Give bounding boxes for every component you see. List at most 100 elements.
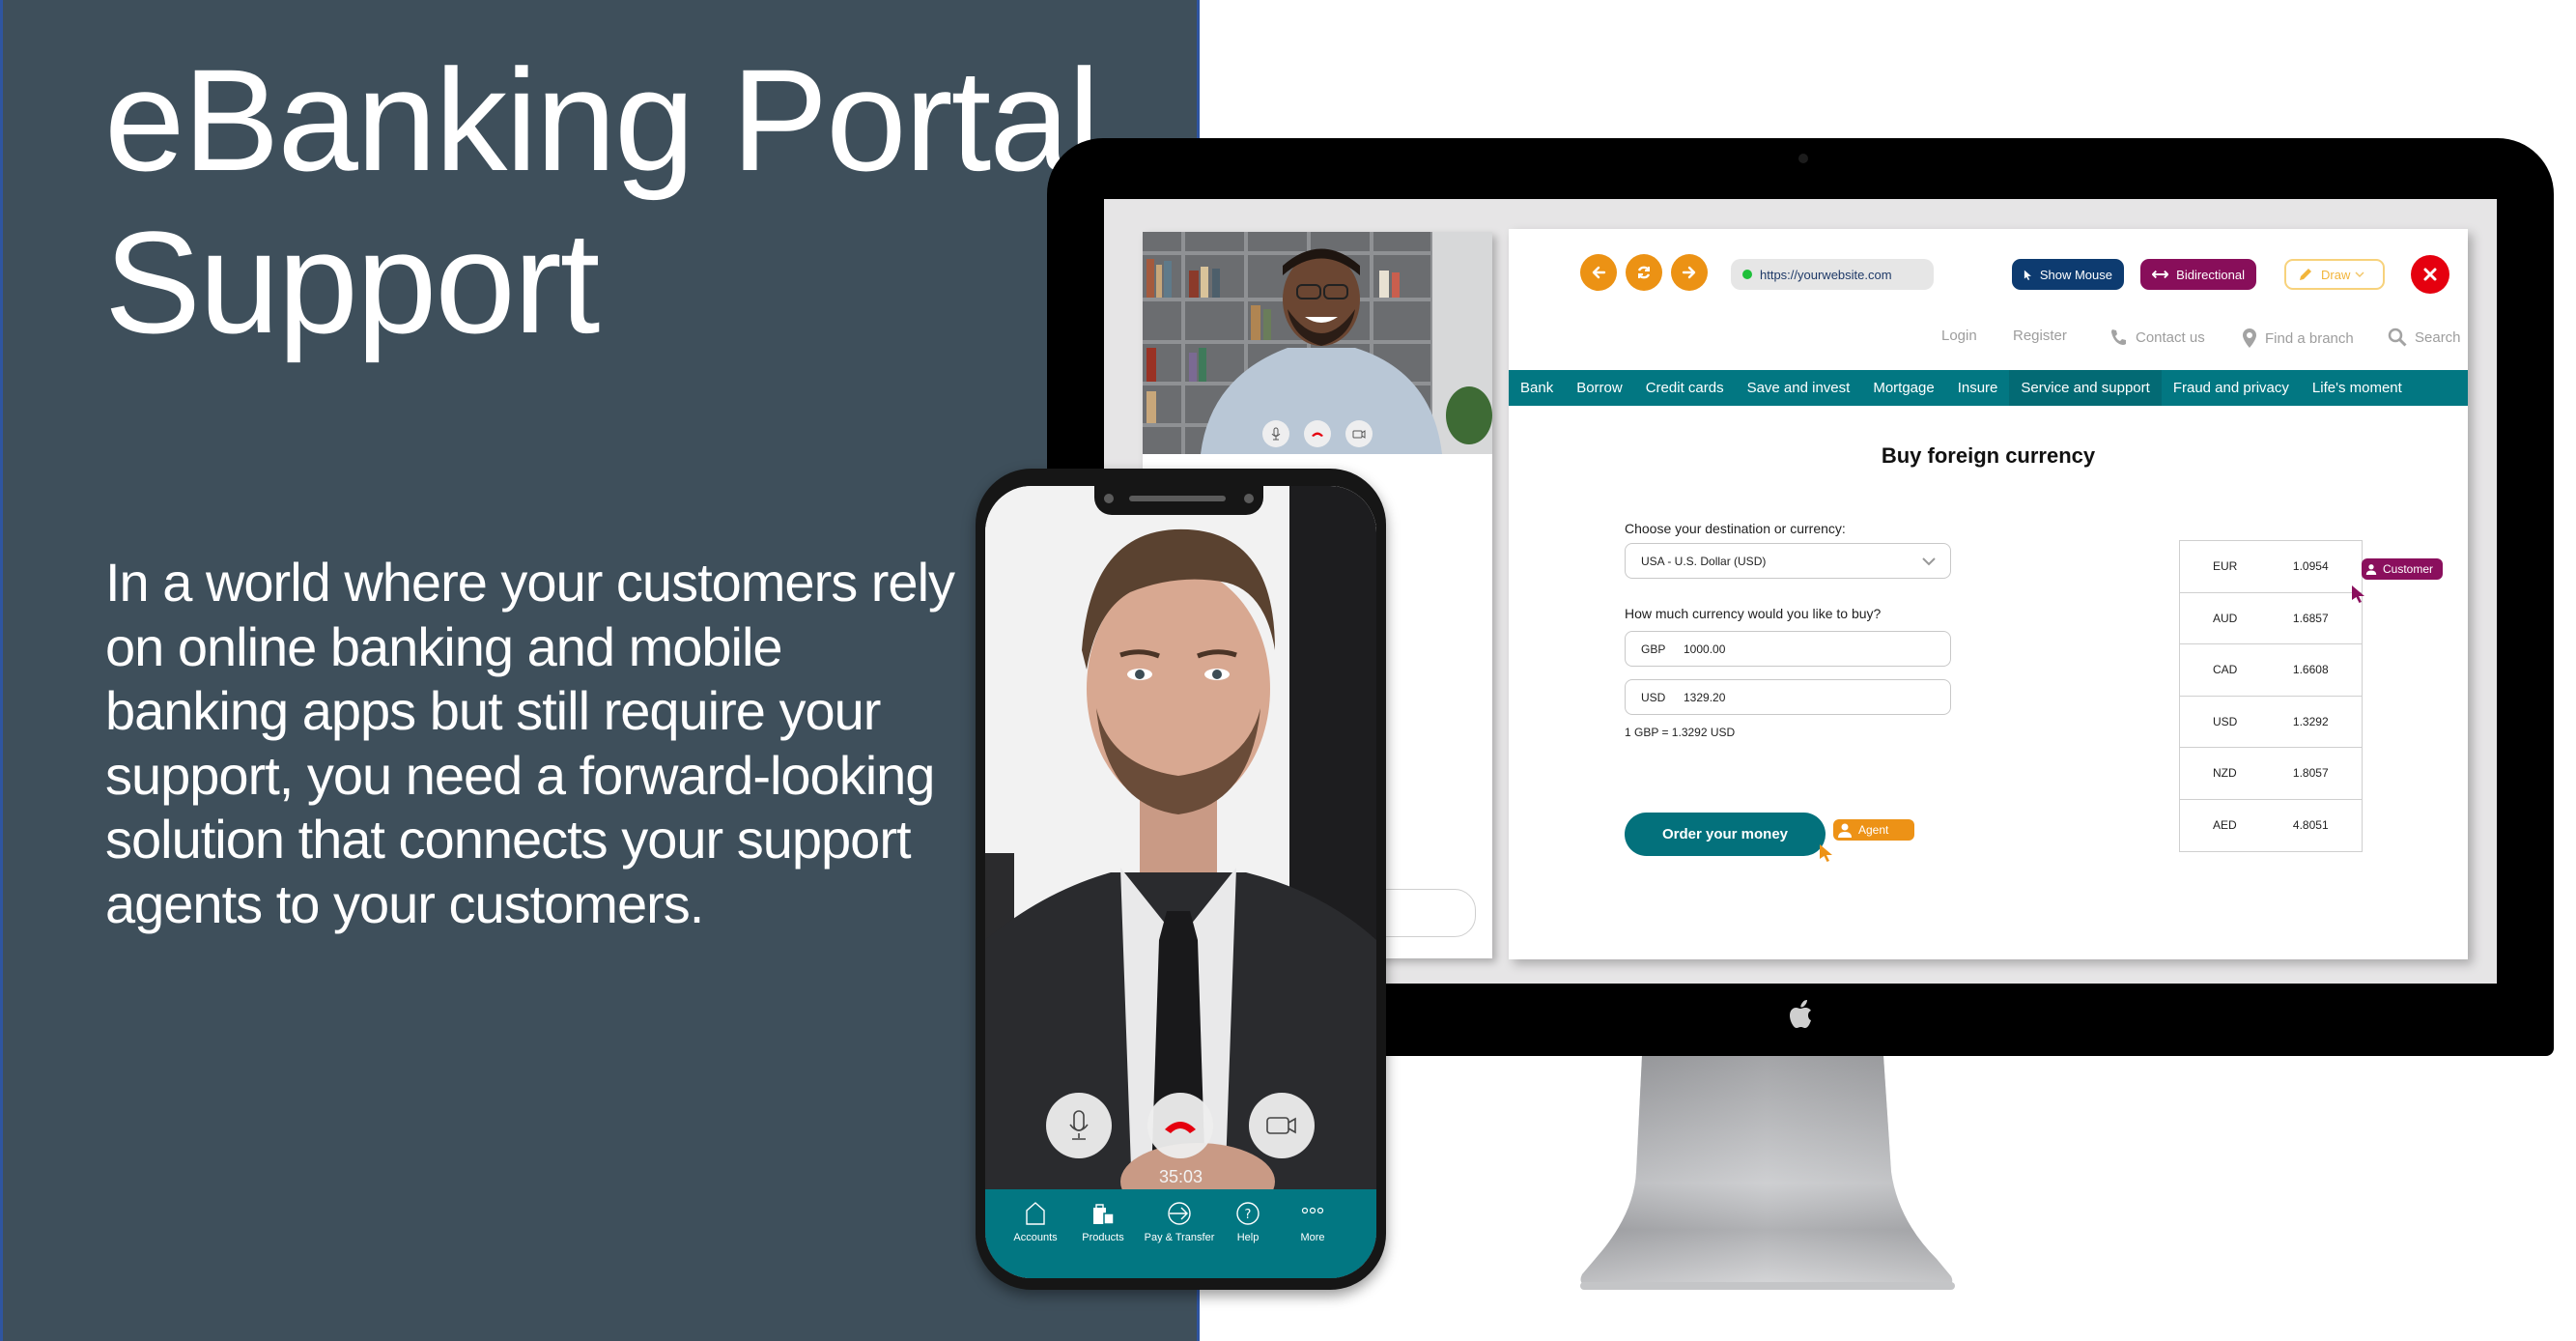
exchange-rates-table: EUR 1.0954 AUD 1.6857 CAD 1.6608 USD 1.3292 … [2179, 540, 2363, 852]
main-nav: Bank Borrow Credit cards Save and invest… [1509, 370, 2468, 406]
transfer-arrow-icon [1168, 1202, 1191, 1225]
earpiece-speaker [1129, 496, 1226, 501]
agent-hangup-button[interactable] [1304, 420, 1331, 447]
login-link-label: Login [1941, 328, 1977, 344]
nav-lifes-moment[interactable]: Life's moment [2301, 370, 2414, 406]
rate-value: 1.8057 [2292, 766, 2329, 781]
double-arrow-icon [2152, 270, 2169, 279]
tab-help-label: Help [1236, 1232, 1260, 1243]
tab-products[interactable]: Products [1064, 1201, 1142, 1243]
phone-camera-button[interactable] [1249, 1093, 1315, 1158]
rate-row[interactable]: AUD 1.6857 [2180, 593, 2362, 644]
nav-credit-cards[interactable]: Credit cards [1634, 370, 1736, 406]
agent-video-feed [1143, 232, 1492, 454]
customer-video-feed [985, 486, 1376, 1278]
agent-camera-button[interactable] [1345, 420, 1373, 447]
customer-tag-label: Customer [2382, 562, 2433, 576]
pencil-icon [2300, 269, 2311, 280]
cobrowse-window: https://yourwebsite.com Show Mouse Bidir… [1509, 229, 2468, 959]
destination-select[interactable]: USA - U.S. Dollar (USD) [1625, 543, 1951, 579]
to-currency: USD [1641, 690, 1666, 704]
agent-cursor-tag: Agent [1833, 819, 1914, 841]
front-camera-icon [1104, 494, 1114, 503]
rate-currency: EUR [2213, 559, 2238, 574]
nav-save-and-invest[interactable]: Save and invest [1736, 370, 1862, 406]
agent-mic-button[interactable] [1262, 420, 1289, 447]
rate-row[interactable]: AED 4.8051 [2180, 800, 2362, 852]
forward-button[interactable] [1671, 254, 1708, 291]
chevron-down-icon [1922, 557, 1936, 566]
back-button[interactable] [1580, 254, 1617, 291]
microphone-icon [1069, 1110, 1089, 1140]
show-mouse-button[interactable]: Show Mouse [2012, 259, 2124, 290]
amount-label: How much currency would you like to buy? [1625, 606, 1882, 621]
rate-row[interactable]: CAD 1.6608 [2180, 644, 2362, 697]
contact-us-label: Contact us [2136, 328, 2205, 346]
customer-video-image [985, 486, 1376, 1278]
phone-hangup-button[interactable] [1147, 1093, 1213, 1158]
user-icon [2365, 564, 2377, 575]
tab-products-label: Products [1082, 1232, 1124, 1243]
rate-currency: AED [2213, 818, 2237, 833]
rate-row[interactable]: USD 1.3292 [2180, 697, 2362, 748]
nav-borrow[interactable]: Borrow [1565, 370, 1634, 406]
login-link[interactable]: Login [1941, 328, 1977, 344]
from-amount-input[interactable]: GBP 1000.00 [1625, 631, 1951, 667]
find-branch-link[interactable]: Find a branch [2242, 328, 2354, 349]
hero-title: eBanking Portal Support [104, 39, 1100, 363]
url-text: https://yourwebsite.com [1760, 267, 1892, 282]
video-camera-icon [1352, 430, 1366, 439]
url-bar[interactable]: https://yourwebsite.com [1731, 259, 1934, 290]
tab-pay-transfer[interactable]: Pay & Transfer [1141, 1201, 1218, 1243]
register-link[interactable]: Register [2013, 328, 2067, 344]
nav-service-and-support[interactable]: Service and support [2009, 370, 2162, 406]
monitor-stand [1580, 1056, 1955, 1290]
find-branch-label: Find a branch [2265, 329, 2354, 347]
bidirectional-label: Bidirectional [2176, 267, 2245, 282]
refresh-icon [1637, 266, 1651, 279]
refresh-button[interactable] [1626, 254, 1662, 291]
search-link[interactable]: Search [2388, 328, 2461, 347]
nav-mortgage[interactable]: Mortgage [1861, 370, 1945, 406]
rate-currency: USD [2213, 714, 2238, 728]
rate-value: 1.6608 [2292, 663, 2329, 677]
user-icon [1838, 823, 1852, 838]
chevron-down-icon [2355, 271, 2364, 278]
rate-value: 1.6857 [2292, 611, 2329, 625]
rate-row[interactable]: EUR 1.0954 [2180, 541, 2362, 593]
rate-currency: CAD [2213, 663, 2238, 677]
exchange-rate-note: 1 GBP = 1.3292 USD [1625, 726, 1736, 739]
nav-bank[interactable]: Bank [1509, 370, 1565, 406]
microphone-icon [1271, 427, 1281, 441]
phone-notch [1094, 486, 1263, 515]
secure-status-dot [1742, 270, 1752, 279]
to-amount-input[interactable]: USD 1329.20 [1625, 679, 1951, 715]
location-pin-icon [2243, 328, 2256, 348]
order-money-button[interactable]: Order your money [1625, 813, 1826, 856]
search-icon [2388, 328, 2407, 347]
phone-mic-button[interactable] [1046, 1093, 1112, 1158]
utility-links: Login Register Contact us Find a branch … [1509, 328, 2468, 357]
tab-more[interactable]: More [1274, 1201, 1351, 1243]
contact-us-link[interactable]: Contact us [2109, 328, 2205, 347]
arrow-right-icon [1682, 266, 1696, 279]
register-link-label: Register [2013, 328, 2067, 344]
tab-more-label: More [1300, 1232, 1325, 1243]
help-icon: ? [1236, 1202, 1260, 1225]
draw-dropdown[interactable]: Draw [2284, 259, 2385, 290]
bidirectional-button[interactable]: Bidirectional [2140, 259, 2256, 290]
shopping-bags-icon [1093, 1204, 1115, 1225]
home-icon [1026, 1202, 1045, 1225]
nav-insure[interactable]: Insure [1946, 370, 2010, 406]
apple-logo-icon [1790, 1000, 1811, 1028]
destination-label: Choose your destination or currency: [1625, 521, 1846, 536]
close-session-button[interactable] [2411, 255, 2449, 294]
rate-row[interactable]: NZD 1.8057 [2180, 748, 2362, 800]
rate-value: 1.3292 [2292, 714, 2329, 728]
hero-title-line-2: Support [104, 201, 600, 363]
agent-cursor-icon [1820, 844, 1832, 862]
more-dots-icon [1301, 1207, 1324, 1214]
tab-pay-transfer-label: Pay & Transfer [1144, 1232, 1215, 1243]
tab-accounts[interactable]: Accounts [997, 1201, 1074, 1243]
nav-fraud-and-privacy[interactable]: Fraud and privacy [2162, 370, 2301, 406]
